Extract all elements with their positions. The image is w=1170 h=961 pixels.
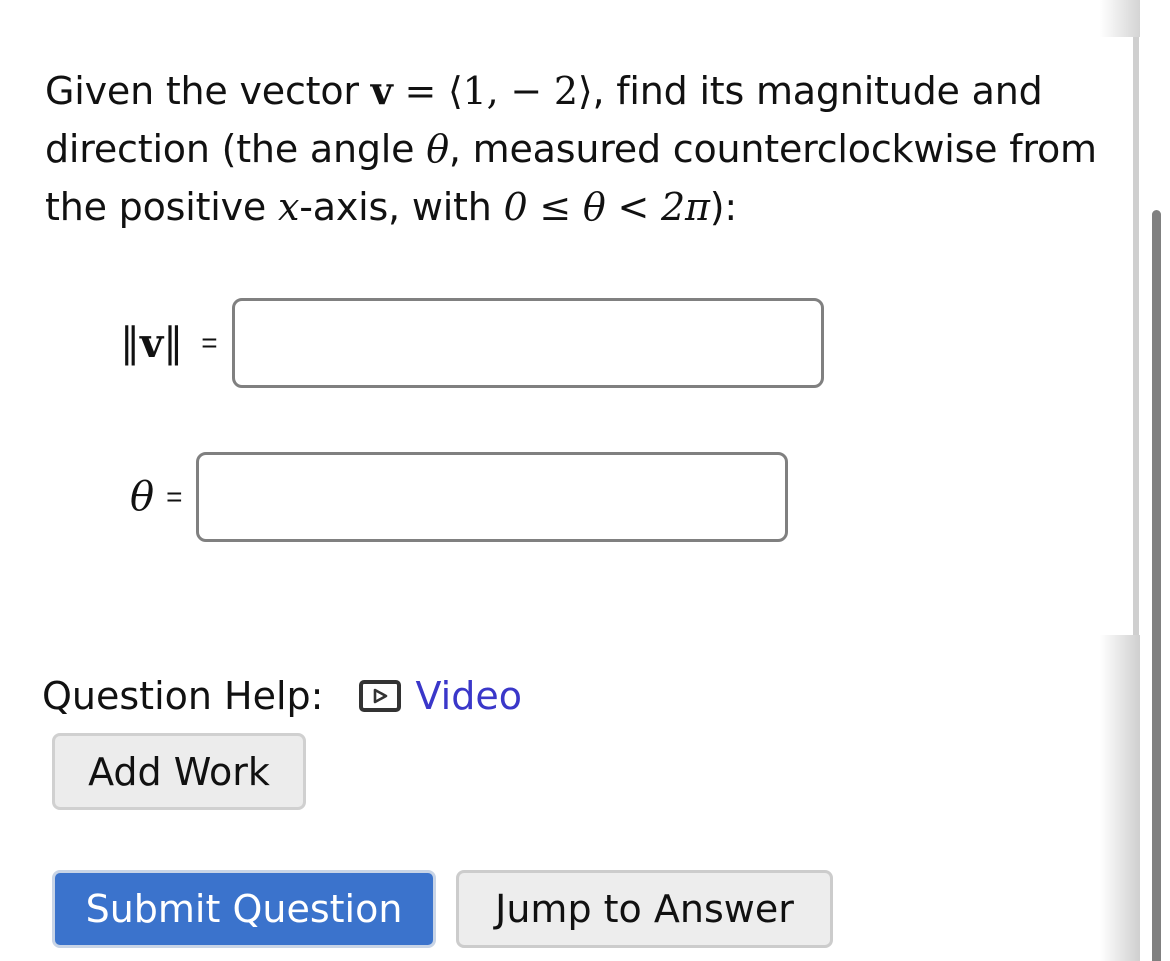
angle-answer-row: θ = [130,452,789,542]
content-panel-border [1133,37,1139,635]
scrollbar-thumb[interactable] [1152,210,1161,961]
magnitude-answer-row: ‖ v ‖ = [120,298,824,388]
magnitude-input[interactable] [231,298,824,388]
vector-symbol: v [370,68,393,113]
question-text-part: ): [709,185,737,229]
theta-symbol: θ [426,127,449,171]
submit-question-button[interactable]: Submit Question [52,870,436,948]
angle-equals: = [166,481,183,512]
question-help: Question Help: Video [42,674,522,718]
question-text: Given the vector v = ⟨1, − 2⟩, find its … [45,62,1115,236]
play-video-icon [359,680,402,712]
question-help-label: Question Help: [42,674,324,718]
angle-input[interactable] [196,452,789,542]
norm-bar-left: ‖ [120,320,140,366]
magnitude-equals: = [201,327,218,358]
question-text-part: Given the vector [45,69,371,113]
video-help-link[interactable]: Video [359,674,522,718]
angle-range: 0 ≤ θ < 2π [503,185,710,229]
jump-to-answer-button[interactable]: Jump to Answer [456,870,833,948]
question-text-part: -axis, with [299,185,504,229]
video-link-label: Video [415,674,522,718]
page-edge-shadow-top [1100,0,1140,37]
page-edge-shadow-bottom [1100,635,1140,961]
x-symbol: x [277,185,300,229]
add-work-button[interactable]: Add Work [52,733,306,810]
equals-sign: = [392,69,448,113]
magnitude-label: ‖ v ‖ [120,320,183,367]
norm-bar-right: ‖ [163,320,184,366]
norm-vector-symbol: v [140,319,164,367]
vector-value: ⟨1, − 2⟩ [447,69,593,113]
angle-label: θ [130,474,155,520]
